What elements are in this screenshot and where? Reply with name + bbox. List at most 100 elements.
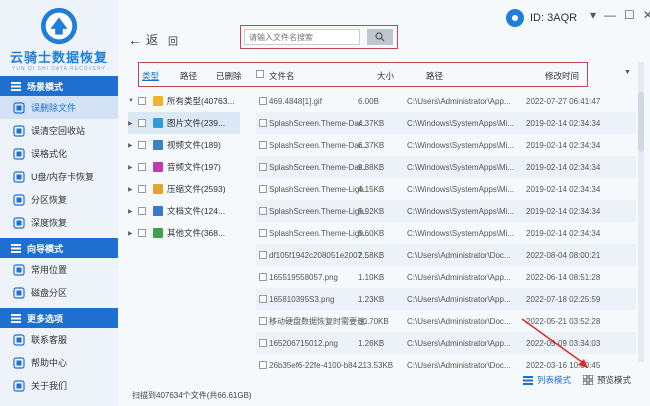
back-button[interactable]: ← 返 <box>128 31 158 48</box>
list-mode-button[interactable]: 列表模式 <box>523 374 571 386</box>
file-row[interactable]: SplashScreen.Theme-Dar... 6.37KB C:\Window… <box>256 134 636 156</box>
file-row[interactable]: SplashScreen.Theme-Ligh... 4.15KB C:\Windo… <box>256 178 636 200</box>
row-checkbox[interactable] <box>259 273 267 281</box>
file-size: 1.10KB <box>358 272 385 282</box>
tree-item-label: 其他文件(368... <box>167 228 226 238</box>
maximize-icon[interactable]: ☐ <box>624 8 635 22</box>
row-checkbox[interactable] <box>259 339 267 347</box>
tree-item[interactable]: ▶ 视频文件(189) <box>128 134 240 156</box>
file-row[interactable]: SplashScreen.Theme-Dar... 9.88KB C:\Window… <box>256 156 636 178</box>
sidebar-item[interactable]: 常用位置 <box>0 258 118 281</box>
tree-checkbox[interactable] <box>138 163 146 171</box>
row-checkbox[interactable] <box>259 317 267 325</box>
file-path: C:\Windows\SystemApps\Mi... <box>407 118 515 128</box>
sidebar-item[interactable]: U盘/内存卡恢复 <box>0 165 118 188</box>
expand-toggle-icon[interactable]: ▶ <box>128 230 138 237</box>
scan-status: 扫描到407634个文件(共66.61GB) <box>132 391 252 400</box>
tree-checkbox[interactable] <box>138 185 146 193</box>
row-checkbox[interactable] <box>259 251 267 259</box>
file-type-tree: ▼ 所有类型(40763... ▶ 图片文件(239... ▶ 视频文件(189) ▶ 音频文… <box>128 90 240 244</box>
scrollbar-thumb[interactable] <box>638 92 644 152</box>
sidebar-item[interactable]: 误删除文件 <box>0 96 118 119</box>
row-checkbox[interactable] <box>259 229 267 237</box>
home-button[interactable]: 回 <box>168 33 178 48</box>
sidebar-item-label: 误格式化 <box>31 149 68 159</box>
file-row[interactable]: df105f1942c208051e2007... 2.58KB C:\Users\… <box>256 244 636 266</box>
column-size[interactable]: 大小 <box>377 70 394 82</box>
column-path[interactable]: 路径 <box>426 70 443 82</box>
user-account[interactable]: ID: 3AQR <box>506 9 577 27</box>
sidebar-item-label: 误清空回收站 <box>31 126 86 136</box>
scrollbar[interactable] <box>638 62 644 362</box>
row-checkbox[interactable] <box>259 207 267 215</box>
file-row[interactable]: 165810395S3.png 1.23KB C:\Users\Administra… <box>256 288 636 310</box>
folder-icon <box>153 228 163 238</box>
row-checkbox[interactable] <box>259 295 267 303</box>
filter-tab-deleted[interactable]: 已删除 <box>216 70 242 82</box>
file-row[interactable]: 165519558057.png 1.10KB C:\Users\Administr… <box>256 266 636 288</box>
sidebar: 云骑士数据恢复 YUN QI SHI DATA RECOVERY 场景模式 误删除… <box>0 0 118 406</box>
sidebar-item-label: 关于我们 <box>31 381 68 391</box>
tree-item[interactable]: ▶ 图片文件(239... <box>128 112 240 134</box>
row-checkbox[interactable] <box>259 163 267 171</box>
expand-toggle-icon[interactable]: ▶ <box>128 142 138 149</box>
row-checkbox[interactable] <box>259 119 267 127</box>
column-name[interactable]: 文件名 <box>269 70 295 82</box>
file-size: 6.37KB <box>358 140 385 150</box>
tree-checkbox[interactable] <box>138 141 146 149</box>
row-checkbox[interactable] <box>259 141 267 149</box>
deep-icon <box>12 216 26 230</box>
file-name: 165206715012.png <box>269 338 338 348</box>
row-checkbox[interactable] <box>259 185 267 193</box>
sidebar-item[interactable]: 误格式化 <box>0 142 118 165</box>
tree-checkbox[interactable] <box>138 207 146 215</box>
file-time: 2019-02-14 02:34:34 <box>526 162 601 172</box>
top-bar: ←返 回 ID: 3AQR ▾ — ☐ ✕ <box>118 0 650 62</box>
sidebar-item[interactable]: 深度恢复 <box>0 211 118 234</box>
sidebar-nav: 场景模式 误删除文件 误清空回收站 误格式化 U盘/内存卡恢复 分区恢复 深度恢复 向导模式常… <box>0 76 118 397</box>
file-time: 2019-02-14 02:34:34 <box>526 228 601 238</box>
row-checkbox[interactable] <box>259 97 267 105</box>
dropdown-icon[interactable]: ▾ <box>590 8 596 22</box>
sidebar-item[interactable]: 误清空回收站 <box>0 119 118 142</box>
file-row[interactable]: SplashScreen.Theme-Dar... 4.37KB C:\Window… <box>256 112 636 134</box>
sidebar-item[interactable]: 帮助中心 <box>0 351 118 374</box>
expand-toggle-icon[interactable]: ▼ <box>128 98 138 104</box>
tree-checkbox[interactable] <box>138 119 146 127</box>
tree-item[interactable]: ▼ 所有类型(40763... <box>128 90 240 112</box>
tree-item[interactable]: ▶ 其他文件(368... <box>128 222 240 244</box>
tree-item[interactable]: ▶ 文档文件(124... <box>128 200 240 222</box>
file-path: C:\Windows\SystemApps\Mi... <box>407 228 515 238</box>
filter-tab-type[interactable]: 类型 <box>142 70 159 82</box>
expand-toggle-icon[interactable]: ▶ <box>128 164 138 171</box>
file-size: 2.58KB <box>358 250 385 260</box>
select-all-checkbox[interactable] <box>256 70 264 78</box>
sidebar-item[interactable]: 分区恢复 <box>0 188 118 211</box>
column-menu-icon[interactable]: ▼ <box>624 69 631 76</box>
sidebar-item[interactable]: 磁盘分区 <box>0 281 118 304</box>
about-icon <box>12 379 26 393</box>
file-time: 2019-02-14 02:34:34 <box>526 118 601 128</box>
tree-item[interactable]: ▶ 音频文件(197) <box>128 156 240 178</box>
tree-item[interactable]: ▶ 压缩文件(2593) <box>128 178 240 200</box>
sidebar-item[interactable]: 联系客服 <box>0 328 118 351</box>
file-row[interactable]: 469.4848[1].gif 6.00B C:\Users\Administrat… <box>256 90 636 112</box>
expand-toggle-icon[interactable]: ▶ <box>128 186 138 193</box>
tree-checkbox[interactable] <box>138 97 146 105</box>
sidebar-item[interactable]: 关于我们 <box>0 374 118 397</box>
expand-toggle-icon[interactable]: ▶ <box>128 120 138 127</box>
file-row[interactable]: SplashScreen.Theme-Ligh... 5.92KB C:\Windo… <box>256 200 636 222</box>
expand-toggle-icon[interactable]: ▶ <box>128 208 138 215</box>
column-time[interactable]: 修改时间 <box>545 70 579 82</box>
search-button[interactable] <box>367 29 393 45</box>
tree-checkbox[interactable] <box>138 229 146 237</box>
row-checkbox[interactable] <box>259 361 267 369</box>
preview-mode-button[interactable]: 预览模式 <box>583 374 631 386</box>
minimize-icon[interactable]: — <box>604 8 616 22</box>
file-row[interactable]: SplashScreen.Theme-Ligh... 5.60KB C:\Windo… <box>256 222 636 244</box>
sidebar-item-label: 联系客服 <box>31 335 68 345</box>
close-icon[interactable]: ✕ <box>643 8 650 22</box>
recycle-icon <box>12 124 26 138</box>
search-input[interactable] <box>244 29 360 45</box>
filter-tab-path[interactable]: 路径 <box>180 70 197 82</box>
